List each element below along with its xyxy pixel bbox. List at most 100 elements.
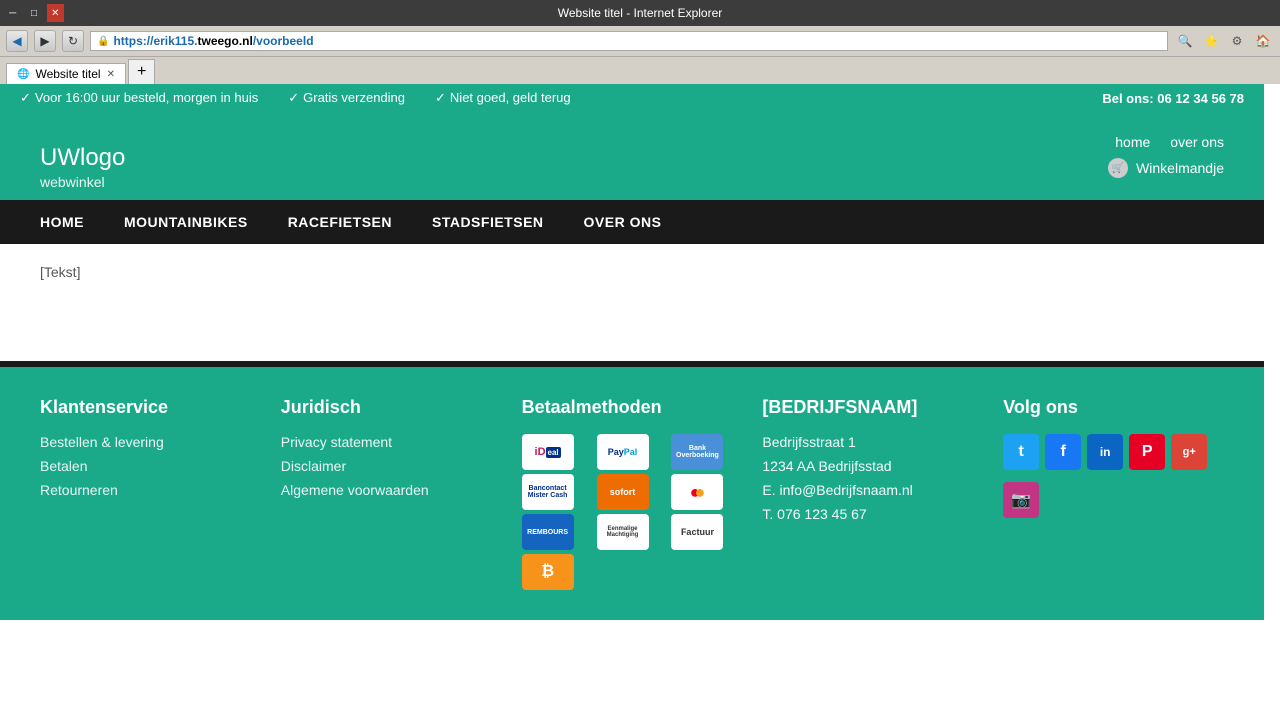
nav-home-link[interactable]: home — [1115, 134, 1150, 150]
social-title: Volg ons — [1003, 397, 1224, 418]
link-voorwaarden[interactable]: Algemene voorwaarden — [281, 482, 429, 498]
link-retourneren[interactable]: Retourneren — [40, 482, 118, 498]
header-nav-links: home over ons — [1108, 134, 1224, 150]
close-button[interactable]: ✕ — [47, 4, 64, 22]
instagram-icon[interactable]: 📷 — [1003, 482, 1039, 518]
check-icon-3: ✓ — [435, 90, 446, 105]
maximize-button[interactable]: □ — [25, 4, 42, 22]
link-betalen[interactable]: Betalen — [40, 458, 87, 474]
payment-paypal: PayPal — [597, 434, 649, 470]
klantenservice-title: Klantenservice — [40, 397, 261, 418]
company-city: 1234 AA Bedrijfsstad — [762, 458, 983, 474]
pinterest-icon[interactable]: P — [1129, 434, 1165, 470]
nav-link-racefietsen[interactable]: RACEFIETSEN — [268, 200, 412, 244]
payment-bitcoin: ₿ — [522, 554, 574, 590]
nav-item-home[interactable]: HOME — [20, 200, 104, 244]
tab-favicon: 🌐 — [17, 69, 29, 80]
payment-bancontact: BancontactMister Cash — [522, 474, 574, 510]
footer-col-juridisch: Juridisch Privacy statement Disclaimer A… — [281, 397, 502, 590]
logo: UWlogo — [40, 122, 125, 174]
nav-item-stadsfietsen[interactable]: STADSFIETSEN — [412, 200, 564, 244]
favorites-icon[interactable]: ⭐ — [1200, 30, 1222, 52]
list-item: Privacy statement — [281, 434, 502, 450]
title-bar: ─ □ ✕ Website titel - Internet Explorer — [0, 0, 1280, 26]
twitter-icon[interactable]: t — [1003, 434, 1039, 470]
tab-close-button[interactable]: ✕ — [107, 69, 115, 80]
list-item: Algemene voorwaarden — [281, 482, 502, 498]
footer-col-company: [BEDRIJFSNAAM] Bedrijfsstraat 1 1234 AA … — [762, 397, 983, 590]
lock-icon: 🔒 — [97, 36, 109, 47]
footer-col-klantenservice: Klantenservice Bestellen & levering Beta… — [40, 397, 261, 590]
company-phone: T. 076 123 45 67 — [762, 506, 983, 522]
nav-item-racefietsen[interactable]: RACEFIETSEN — [268, 200, 412, 244]
social-icons-group: t f in P g+ 📷 — [1003, 434, 1224, 518]
back-button[interactable]: ◀ — [6, 30, 28, 52]
nav-item-mountainbikes[interactable]: MOUNTAINBIKES — [104, 200, 268, 244]
logo-sub: logo — [80, 144, 125, 171]
nav-link-overons[interactable]: OVER ONS — [564, 200, 682, 244]
benefit-3: ✓Niet goed, geld terug — [435, 90, 571, 106]
nav-link-mountainbikes[interactable]: MOUNTAINBIKES — [104, 200, 268, 244]
refresh-button[interactable]: ↻ — [62, 30, 84, 52]
home-browser-icon[interactable]: 🏠 — [1252, 30, 1274, 52]
link-privacy[interactable]: Privacy statement — [281, 434, 392, 450]
check-icon-1: ✓ — [20, 90, 31, 105]
link-disclaimer[interactable]: Disclaimer — [281, 458, 346, 474]
top-benefits-bar: ✓Voor 16:00 uur besteld, morgen in huis … — [0, 84, 1264, 112]
payment-machtiging: Eenmalige Machtiging — [597, 514, 649, 550]
window-title: Website titel - Internet Explorer — [64, 6, 1216, 20]
link-bestellen[interactable]: Bestellen & levering — [40, 434, 164, 450]
footer-col-social: Volg ons t f in P g+ 📷 — [1003, 397, 1224, 590]
linkedin-icon[interactable]: in — [1087, 434, 1123, 470]
cart-area[interactable]: 🛒 Winkelmandje — [1108, 158, 1224, 178]
benefit-2: ✓Gratis verzending — [288, 90, 405, 106]
site-header: UWlogo webwinkel home over ons 🛒 Winkelm… — [0, 112, 1264, 200]
social-row-2: 📷 — [1003, 482, 1039, 518]
site-footer: Klantenservice Bestellen & levering Beta… — [0, 367, 1264, 620]
navigation-bar: ◀ ▶ ↻ 🔒 https://erik115.tweego.nl/voorbe… — [0, 26, 1280, 57]
header-right-nav: home over ons 🛒 Winkelmandje — [1108, 134, 1224, 178]
browser-chrome: ─ □ ✕ Website titel - Internet Explorer … — [0, 0, 1280, 84]
nav-item-overons[interactable]: OVER ONS — [564, 200, 682, 244]
company-street: Bedrijfsstraat 1 — [762, 434, 983, 450]
footer-grid: Klantenservice Bestellen & levering Beta… — [40, 397, 1224, 590]
address-bar[interactable]: 🔒 https://erik115.tweego.nl/voorbeeld — [90, 31, 1168, 51]
cart-label: Winkelmandje — [1136, 160, 1224, 176]
search-icon[interactable]: 🔍 — [1174, 30, 1196, 52]
payment-rembours: REMBOURS — [522, 514, 574, 550]
tab-label: Website titel — [35, 67, 100, 81]
company-email: E. info@Bedrijfsnaam.nl — [762, 482, 983, 498]
list-item: Betalen — [40, 458, 261, 474]
active-tab[interactable]: 🌐 Website titel ✕ — [6, 63, 126, 84]
klantenservice-list: Bestellen & levering Betalen Retourneren — [40, 434, 261, 498]
settings-icon[interactable]: ⚙ — [1226, 30, 1248, 52]
payment-sofort: sofort — [597, 474, 649, 510]
nav-icon-group: 🔍 ⭐ ⚙ 🏠 — [1174, 30, 1274, 52]
list-item: Disclaimer — [281, 458, 502, 474]
new-tab-button[interactable]: + — [128, 59, 155, 84]
check-icon-2: ✓ — [288, 90, 299, 105]
benefit-1: ✓Voor 16:00 uur besteld, morgen in huis — [20, 90, 258, 106]
main-navigation: HOME MOUNTAINBIKES RACEFIETSEN STADSFIET… — [0, 200, 1264, 244]
footer-col-betaalmethoden: Betaalmethoden iDeal PayPal Bank Overboe… — [522, 397, 743, 590]
list-item: Bestellen & levering — [40, 434, 261, 450]
juridisch-list: Privacy statement Disclaimer Algemene vo… — [281, 434, 502, 498]
minimize-button[interactable]: ─ — [4, 4, 21, 22]
payment-factuur: Factuur — [671, 514, 723, 550]
logo-area: UWlogo webwinkel — [40, 122, 125, 190]
phone-number: Bel ons: 06 12 34 56 78 — [1102, 91, 1244, 106]
nav-link-home[interactable]: HOME — [20, 200, 104, 244]
forward-button[interactable]: ▶ — [34, 30, 56, 52]
payment-bankoverboeking: Bank Overboeking — [671, 434, 723, 470]
facebook-icon[interactable]: f — [1045, 434, 1081, 470]
payment-mastercard: ●● — [671, 474, 723, 510]
betaalmethoden-title: Betaalmethoden — [522, 397, 743, 418]
content-text: [Tekst] — [40, 264, 1224, 280]
juridisch-title: Juridisch — [281, 397, 502, 418]
nav-about-link[interactable]: over ons — [1170, 134, 1224, 150]
company-title: [BEDRIJFSNAAM] — [762, 397, 983, 418]
payment-ideal: iDeal — [522, 434, 574, 470]
nav-link-stadsfietsen[interactable]: STADSFIETSEN — [412, 200, 564, 244]
main-content: [Tekst] — [0, 244, 1264, 364]
googleplus-icon[interactable]: g+ — [1171, 434, 1207, 470]
